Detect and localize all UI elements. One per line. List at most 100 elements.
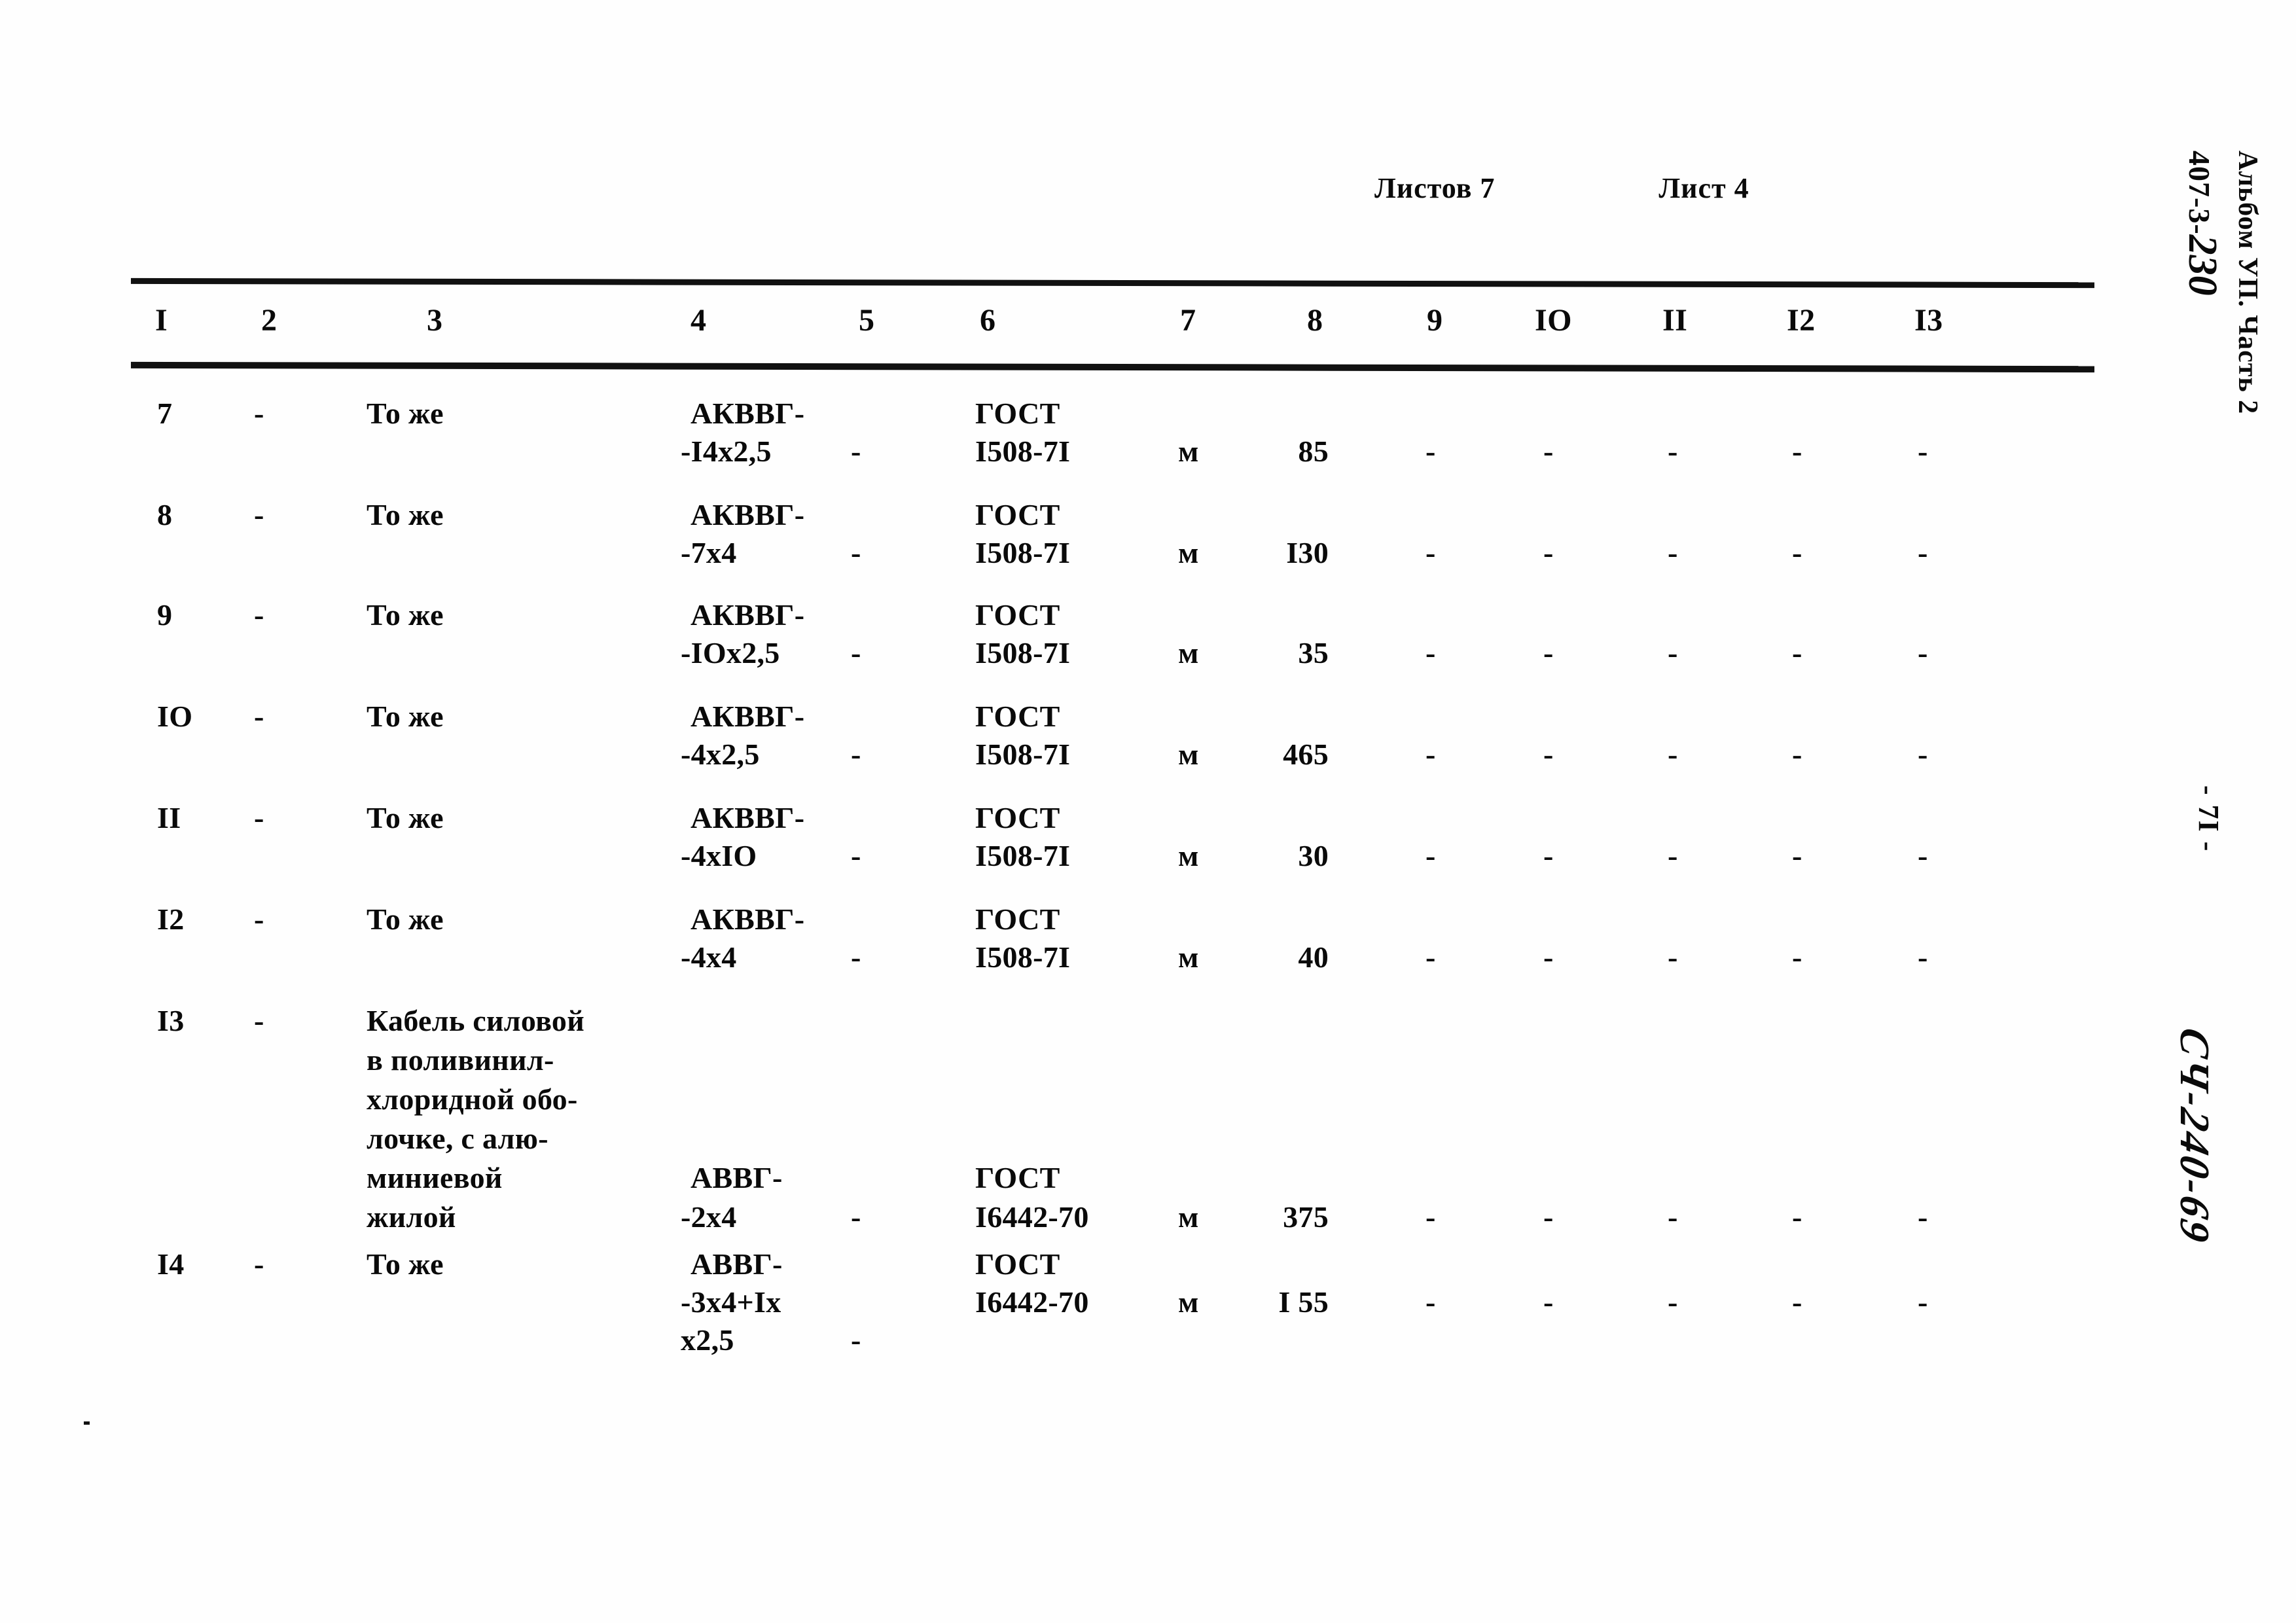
row-type-line1: АВВГ- [691, 1161, 783, 1194]
row-standard-line1: ГОСТ [975, 1161, 1060, 1194]
row-type-line3: х2,5 [681, 1323, 734, 1357]
row-position-number: I3 [157, 1004, 185, 1037]
row-description: То же [367, 498, 444, 531]
row-col11-value: - [1668, 536, 1678, 569]
row-col12-value: - [1792, 1200, 1803, 1234]
row-standard-line2: I508-7I [975, 839, 1071, 872]
column-header-6: 6 [980, 303, 996, 338]
row-unit: м [1178, 435, 1199, 468]
row-description-line1: Кабель силовой [367, 1004, 585, 1037]
row-col2-value: - [254, 801, 264, 834]
row-type-line1: АКВВГ- [691, 598, 805, 632]
row-col10-value: - [1543, 435, 1554, 468]
document-code-text: 407-3- [2183, 151, 2216, 235]
row-col11-value: - [1668, 940, 1678, 974]
row-col13-value: - [1918, 1285, 1928, 1319]
row-quantity: 85 [1298, 435, 1329, 468]
row-col12-value: - [1792, 1285, 1803, 1319]
row-standard-line1: ГОСТ [975, 801, 1060, 834]
row-col13-value: - [1918, 940, 1928, 974]
row-quantity: I30 [1286, 536, 1329, 569]
page-number-annotation: - 7I - [2193, 785, 2225, 853]
row-col5-value: - [851, 1200, 861, 1234]
row-description: То же [367, 801, 444, 834]
row-col11-value: - [1668, 738, 1678, 771]
row-col10-value: - [1543, 738, 1554, 771]
row-type-line1: АКВВГ- [691, 902, 805, 936]
row-type-line2: -4хIO [681, 839, 757, 872]
row-unit: м [1178, 738, 1199, 771]
row-position-number: II [157, 801, 181, 834]
row-type-line1: АВВГ- [691, 1247, 783, 1281]
row-col9-value: - [1426, 536, 1436, 569]
row-description-line5: миниевой [367, 1161, 503, 1194]
row-col2-value: - [254, 700, 264, 733]
row-col11-value: - [1668, 636, 1678, 669]
row-col10-value: - [1543, 636, 1554, 669]
scan-speck [84, 1421, 90, 1425]
row-col2-value: - [254, 397, 264, 430]
row-unit: м [1178, 636, 1199, 669]
row-col12-value: - [1792, 839, 1803, 872]
row-col11-value: - [1668, 1200, 1678, 1234]
row-col5-value: - [851, 1323, 861, 1357]
sheet-info: Листов 7 Лист 4 [1374, 171, 1964, 205]
album-part-annotation: Альбом УП. Часть 2 [2233, 151, 2263, 415]
row-col13-value: - [1918, 435, 1928, 468]
column-header-8: 8 [1307, 303, 1323, 338]
row-col9-value: - [1426, 636, 1436, 669]
row-type-line2: -4х2,5 [681, 738, 760, 771]
row-col13-value: - [1918, 536, 1928, 569]
row-col13-value: - [1918, 1200, 1928, 1234]
row-col13-value: - [1918, 636, 1928, 669]
document-page: Листов 7 Лист 4 I 2 3 4 5 6 7 8 9 IO II I… [0, 0, 2296, 1623]
row-col13-value: - [1918, 738, 1928, 771]
row-quantity: I 55 [1278, 1285, 1329, 1319]
column-header-10: IO [1535, 303, 1573, 338]
row-quantity: 375 [1283, 1200, 1329, 1234]
row-standard-line1: ГОСТ [975, 902, 1060, 936]
row-col11-value: - [1668, 839, 1678, 872]
row-position-number: I4 [157, 1247, 185, 1281]
row-col11-value: - [1668, 435, 1678, 468]
row-col9-value: - [1426, 738, 1436, 771]
row-col5-value: - [851, 839, 861, 872]
column-header-13: I3 [1914, 303, 1943, 338]
row-description: То же [367, 902, 444, 936]
row-col5-value: - [851, 435, 861, 468]
row-col10-value: - [1543, 940, 1554, 974]
row-type-line1: АКВВГ- [691, 801, 805, 834]
row-col5-value: - [851, 940, 861, 974]
row-type-line2: -7х4 [681, 536, 737, 569]
row-position-number: 9 [157, 598, 173, 632]
row-col2-value: - [254, 598, 264, 632]
row-description: То же [367, 397, 444, 430]
row-col12-value: - [1792, 435, 1803, 468]
row-col11-value: - [1668, 1285, 1678, 1319]
row-type-line2: -IOх2,5 [681, 636, 780, 669]
table-top-rule [130, 277, 2095, 289]
row-col9-value: - [1426, 1285, 1436, 1319]
row-unit: м [1178, 839, 1199, 872]
row-description: То же [367, 598, 444, 632]
row-standard-line1: ГОСТ [975, 1247, 1060, 1281]
row-description-line2: в поливинил- [367, 1043, 554, 1077]
row-type-line2: -2х4 [681, 1200, 737, 1234]
row-description: То же [367, 1247, 444, 1281]
column-header-2: 2 [261, 303, 278, 338]
row-col10-value: - [1543, 536, 1554, 569]
row-type-line2: -I4х2,5 [681, 435, 772, 468]
row-description-line4: лочке, с алю- [367, 1122, 548, 1155]
row-standard-line1: ГОСТ [975, 700, 1060, 733]
row-unit: м [1178, 536, 1199, 569]
row-unit: м [1178, 1200, 1199, 1234]
row-type-line2: -3х4+Iх [681, 1285, 781, 1319]
row-standard-line1: ГОСТ [975, 498, 1060, 531]
row-col2-value: - [254, 498, 264, 531]
column-header-12: I2 [1787, 303, 1816, 338]
row-type-line1: АКВВГ- [691, 498, 805, 531]
row-type-line2: -4х4 [681, 940, 737, 974]
document-code-annotation: 407-3-230 [2179, 151, 2225, 296]
row-quantity: 30 [1298, 839, 1329, 872]
row-col9-value: - [1426, 1200, 1436, 1234]
